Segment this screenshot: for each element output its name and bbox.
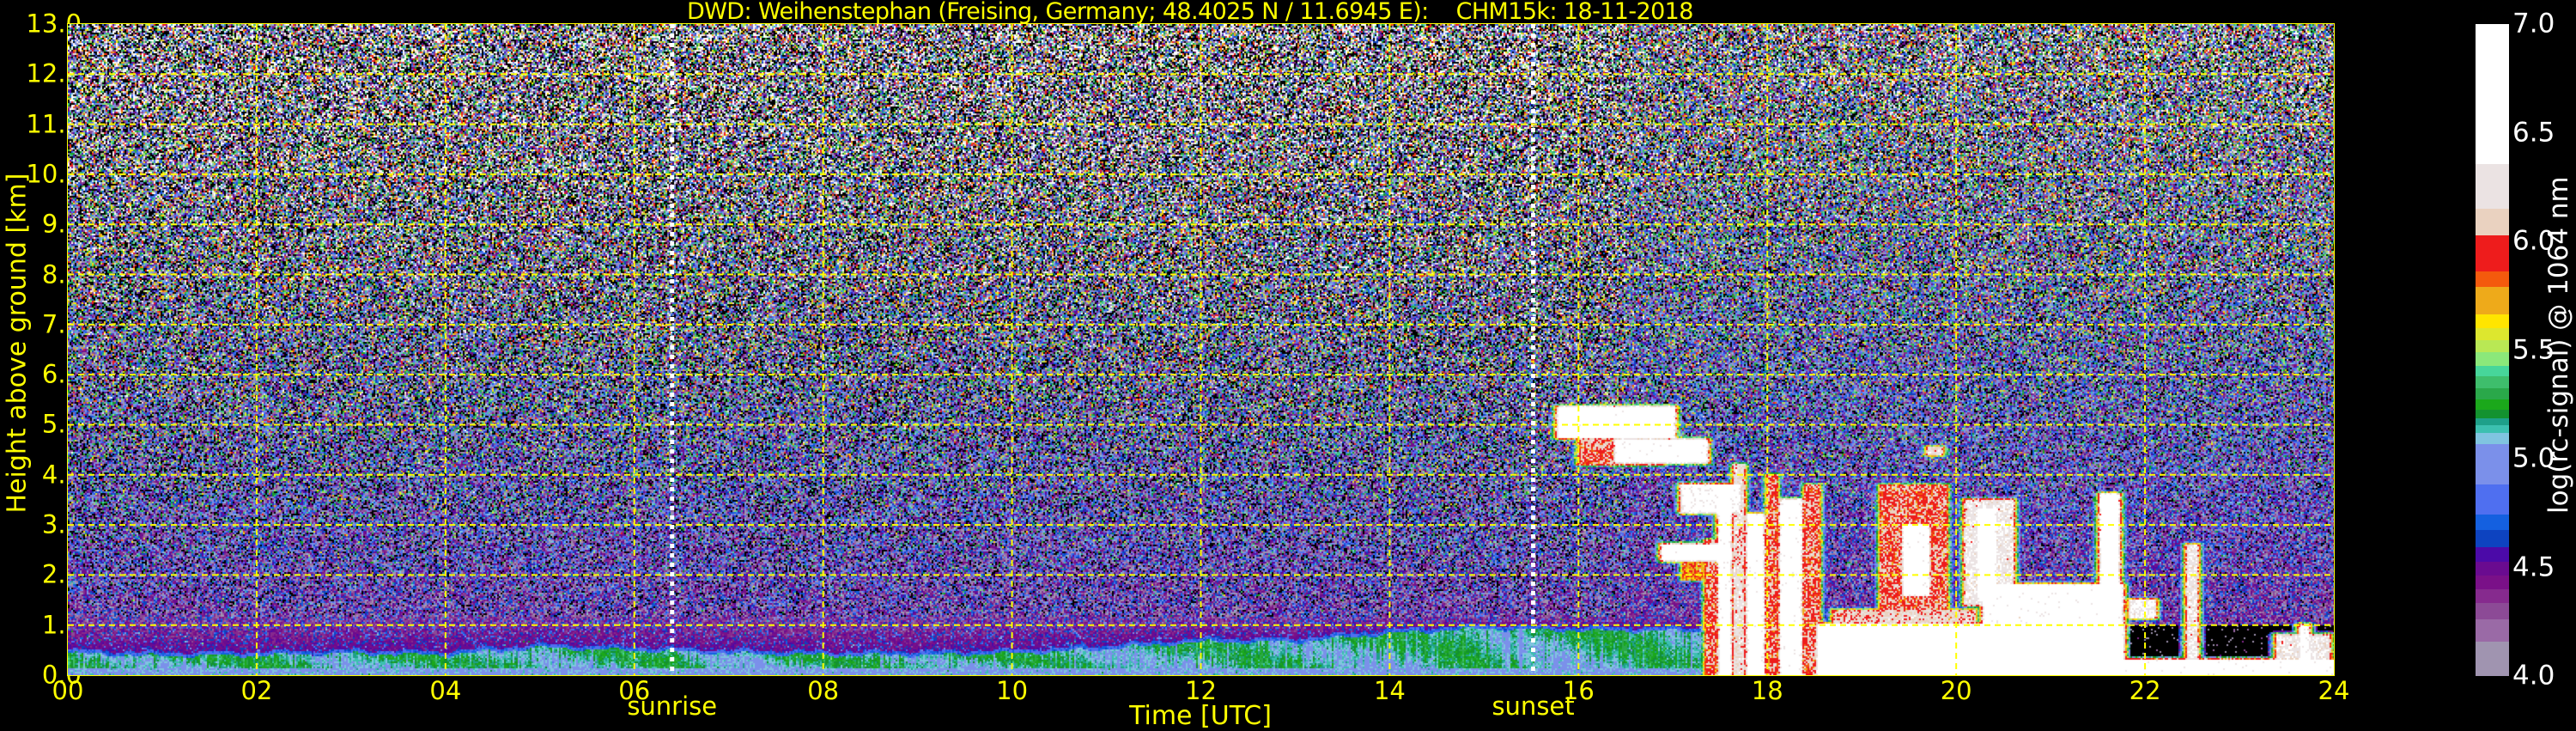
colorbar-tick-label: 4.0 bbox=[2512, 660, 2555, 691]
x-tick-label: 20 bbox=[1940, 676, 1972, 705]
colorbar-segment bbox=[2476, 618, 2509, 643]
colorbar-segment bbox=[2476, 546, 2509, 562]
colorbar-segment bbox=[2476, 588, 2509, 604]
colorbar-segment bbox=[2476, 387, 2509, 400]
x-tick-label: 04 bbox=[429, 676, 462, 705]
colorbar-segment bbox=[2476, 399, 2509, 411]
grid-overlay bbox=[68, 24, 2334, 675]
colorbar-segment bbox=[2476, 327, 2509, 341]
colorbar-segment bbox=[2476, 432, 2509, 444]
x-tick-label: 12 bbox=[1185, 676, 1217, 705]
colorbar-tick-label: 4.5 bbox=[2512, 551, 2555, 582]
colorbar-segment bbox=[2476, 514, 2509, 531]
plot-area bbox=[68, 24, 2334, 675]
colorbar-segment bbox=[2476, 484, 2509, 515]
chart-title: DWD: Weihenstephan (Freising, Germany; 4… bbox=[687, 0, 1693, 25]
colorbar-segment bbox=[2476, 339, 2509, 352]
colorbar-tick-label: 6.5 bbox=[2512, 117, 2555, 148]
x-tick-label: 10 bbox=[996, 676, 1029, 705]
colorbar-segment bbox=[2476, 443, 2509, 485]
colorbar-segment bbox=[2476, 163, 2509, 210]
sunset-label: sunset bbox=[1492, 691, 1575, 721]
x-tick-label: 22 bbox=[2129, 676, 2161, 705]
colorbar-segment bbox=[2476, 208, 2509, 236]
colorbar-segment bbox=[2476, 271, 2509, 287]
colorbar-segment bbox=[2476, 424, 2509, 434]
colorbar-segment bbox=[2476, 529, 2509, 548]
x-tick-label: 18 bbox=[1751, 676, 1783, 705]
x-tick-label: 02 bbox=[240, 676, 273, 705]
x-tick-label: 14 bbox=[1373, 676, 1406, 705]
colorbar-segment bbox=[2476, 286, 2509, 315]
sunrise-label: sunrise bbox=[627, 691, 718, 721]
colorbar-segment bbox=[2476, 409, 2509, 418]
colorbar-segment bbox=[2476, 641, 2509, 677]
colorbar-segment bbox=[2476, 417, 2509, 426]
colorbar-label: log(rc-signal) @ 1064 nm bbox=[2543, 176, 2574, 514]
colorbar-segment bbox=[2476, 314, 2509, 329]
y-axis-label: Height above ground [km] bbox=[2, 173, 33, 514]
x-axis-label: Time [UTC] bbox=[1129, 701, 1272, 731]
colorbar bbox=[2476, 24, 2509, 677]
colorbar-segment bbox=[2476, 375, 2509, 388]
colorbar-segment bbox=[2476, 575, 2509, 590]
x-tick-label: 08 bbox=[807, 676, 840, 705]
colorbar-segment bbox=[2476, 351, 2509, 366]
x-tick-label: 24 bbox=[2318, 676, 2350, 705]
colorbar-tick-label: 7.0 bbox=[2512, 8, 2555, 40]
colorbar-segment bbox=[2476, 235, 2509, 271]
colorbar-segment bbox=[2476, 24, 2509, 165]
colorbar-segment bbox=[2476, 365, 2509, 377]
colorbar-segment bbox=[2476, 602, 2509, 620]
colorbar-segment bbox=[2476, 561, 2509, 576]
